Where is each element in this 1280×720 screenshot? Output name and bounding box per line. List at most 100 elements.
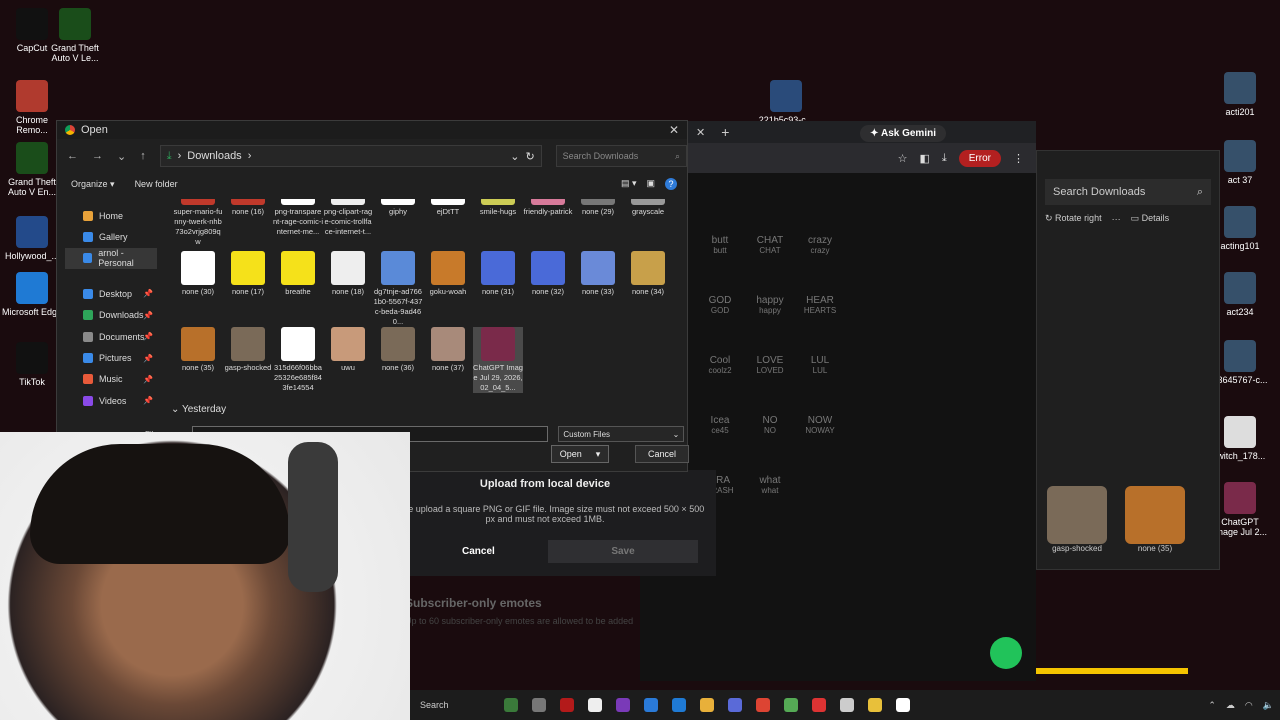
file-item[interactable]: super-mario-funny-twerk-nhb73o2vrjg809qw — [173, 199, 223, 247]
explorer-search-input[interactable]: Search Downloads ⌕ — [1045, 179, 1211, 205]
file-item[interactable]: 315d66f06bba25326e685f843fe14554 — [273, 327, 323, 393]
taskbar-app-icon[interactable] — [756, 698, 770, 712]
emote-item[interactable]: happy happy — [750, 295, 790, 315]
file-item[interactable]: ChatGPT Image Jul 29, 2026, 02_04_5... — [473, 327, 523, 393]
emote-item[interactable]: HEAR HEARTS — [800, 295, 840, 315]
chevron-down-icon[interactable]: ▾ — [596, 449, 601, 460]
taskbar-app-icon[interactable] — [504, 698, 518, 712]
taskbar-app-icon[interactable] — [672, 698, 686, 712]
cancel-button[interactable]: Cancel — [635, 445, 689, 463]
desktop-icon[interactable]: Grand Theft Auto V Le... — [43, 8, 107, 63]
emote-item[interactable]: Icea ce45 — [700, 415, 740, 435]
emote-item[interactable]: butt butt — [700, 235, 740, 255]
sidebar-item-gallery[interactable]: Gallery — [65, 226, 157, 247]
file-item[interactable]: none (37) — [423, 327, 473, 373]
taskbar-app-icon[interactable] — [560, 698, 574, 712]
ask-gemini-button[interactable]: ✦ Ask Gemini — [860, 125, 946, 142]
desktop-icon[interactable]: Hollywood_... — [0, 216, 64, 261]
download-icon[interactable]: ⤓ — [942, 152, 947, 165]
file-item[interactable]: breathe — [273, 251, 323, 297]
sidebar-item-pictures[interactable]: Pictures 📌 — [65, 347, 157, 368]
rotate-right-button[interactable]: ↻ Rotate right — [1045, 213, 1102, 224]
cloud-icon[interactable]: ☁ — [1226, 700, 1235, 711]
file-item[interactable]: none (36) — [373, 327, 423, 373]
file-item[interactable]: smile-hugs — [473, 199, 523, 217]
desktop-icon[interactable]: Grand Theft Auto V En... — [0, 142, 64, 197]
desktop-icon[interactable]: 221b5c93-c... — [754, 80, 818, 125]
emote-item[interactable]: what what — [750, 475, 790, 495]
taskbar-app-icon[interactable] — [812, 698, 826, 712]
view-options-icon[interactable]: ▤ ▾ — [621, 178, 637, 190]
taskbar-app-icon[interactable] — [868, 698, 882, 712]
file-item[interactable]: png-transparent-rage-comic-internet-me..… — [273, 199, 323, 237]
refresh-icon[interactable]: ↻ — [525, 150, 534, 163]
tab-close-icon[interactable]: ✕ — [696, 126, 705, 139]
new-tab-icon[interactable]: + — [721, 124, 729, 140]
filetype-select[interactable]: Custom Files ⌄ — [558, 426, 685, 442]
close-icon[interactable]: ✕ — [669, 123, 679, 137]
taskbar-app-icon[interactable] — [700, 698, 714, 712]
emote-item[interactable]: NOW NOWAY — [800, 415, 840, 435]
file-item[interactable]: none (33) — [573, 251, 623, 297]
taskbar-app-icon[interactable] — [728, 698, 742, 712]
desktop-icon[interactable]: Microsoft Edge — [0, 272, 64, 317]
file-item[interactable]: none (35) — [173, 327, 223, 373]
file-item[interactable]: ejDtTT — [423, 199, 473, 217]
emote-item[interactable]: Cool coolz2 — [700, 355, 740, 375]
file-item[interactable]: none (16) — [223, 199, 273, 217]
taskbar-app-icon[interactable] — [616, 698, 630, 712]
file-item[interactable]: none (17) — [223, 251, 273, 297]
chevron-down-icon[interactable]: ⌄ — [510, 150, 519, 163]
extension-icon[interactable]: ◧ — [919, 152, 929, 165]
sidebar-item-documents[interactable]: Documents 📌 — [65, 326, 157, 347]
file-item[interactable]: png-clipart-rage-comic-trollface-interne… — [323, 199, 373, 237]
file-item[interactable]: none (32) — [523, 251, 573, 297]
emote-item[interactable]: crazy crazy — [800, 235, 840, 255]
file-item[interactable]: none (18) — [323, 251, 373, 297]
emote-item[interactable]: CHAT CHAT — [750, 235, 790, 255]
sidebar-item-videos[interactable]: Videos 📌 — [65, 390, 157, 411]
file-item[interactable]: none (34) — [623, 251, 673, 297]
sidebar-item-home[interactable]: Home — [65, 205, 157, 226]
forward-icon[interactable]: → — [92, 150, 103, 162]
file-item[interactable]: gasp-shocked — [223, 327, 273, 373]
explorer-thumb[interactable]: gasp-shocked — [1047, 486, 1107, 553]
emote-item[interactable]: LUL LUL — [800, 355, 840, 375]
modal-save-button[interactable]: Save — [548, 540, 698, 563]
details-button[interactable]: ▭ Details — [1131, 213, 1170, 224]
sidebar-item-arnol-personal[interactable]: arnol - Personal — [65, 247, 157, 270]
sidebar-item-downloads[interactable]: Downloads 📌 — [65, 305, 157, 326]
help-icon[interactable]: ? — [665, 178, 677, 190]
taskbar-app-icon[interactable] — [784, 698, 798, 712]
up-icon[interactable]: ↑ — [140, 150, 146, 162]
desktop-icon[interactable]: Chrome Remo... — [0, 80, 64, 135]
taskbar-app-icon[interactable] — [588, 698, 602, 712]
file-item[interactable]: uwu — [323, 327, 373, 373]
chevron-up-icon[interactable]: ⌃ — [1208, 700, 1216, 711]
recent-icon[interactable]: ⌄ — [117, 150, 126, 163]
emote-item[interactable]: LOVE LOVED — [750, 355, 790, 375]
open-button[interactable]: Open ▾ — [551, 445, 609, 463]
emote-item[interactable]: NO NO — [750, 415, 790, 435]
emote-item[interactable]: GOD GOD — [700, 295, 740, 315]
file-item[interactable]: grayscale — [623, 199, 673, 217]
breadcrumb-downloads[interactable]: Downloads — [187, 150, 241, 162]
file-item[interactable]: none (29) — [573, 199, 623, 217]
taskbar-app-icon[interactable] — [644, 698, 658, 712]
preview-pane-icon[interactable]: ▣ — [646, 178, 655, 190]
taskbar-app-icon[interactable] — [896, 698, 910, 712]
file-item[interactable]: none (31) — [473, 251, 523, 297]
group-yesterday[interactable]: ⌄ Yesterday — [171, 404, 226, 415]
dialog-search-input[interactable]: Search Downloads ⌕ — [555, 145, 687, 167]
file-item[interactable]: giphy — [373, 199, 423, 217]
explorer-thumb[interactable]: none (35) — [1125, 486, 1185, 553]
taskbar-app-icon[interactable] — [532, 698, 546, 712]
volume-icon[interactable]: 🔈 — [1263, 700, 1274, 711]
file-item[interactable]: goku-woah — [423, 251, 473, 297]
profile-error-button[interactable]: Error — [958, 149, 1001, 167]
file-item[interactable]: none (30) — [173, 251, 223, 297]
wifi-icon[interactable]: ◠ — [1245, 700, 1253, 711]
desktop-icon[interactable]: acti201 — [1208, 72, 1272, 117]
address-bar[interactable]: ⤓ › Downloads › ⌄ ↻ — [159, 145, 542, 167]
file-item[interactable]: friendly-patrick — [523, 199, 573, 217]
